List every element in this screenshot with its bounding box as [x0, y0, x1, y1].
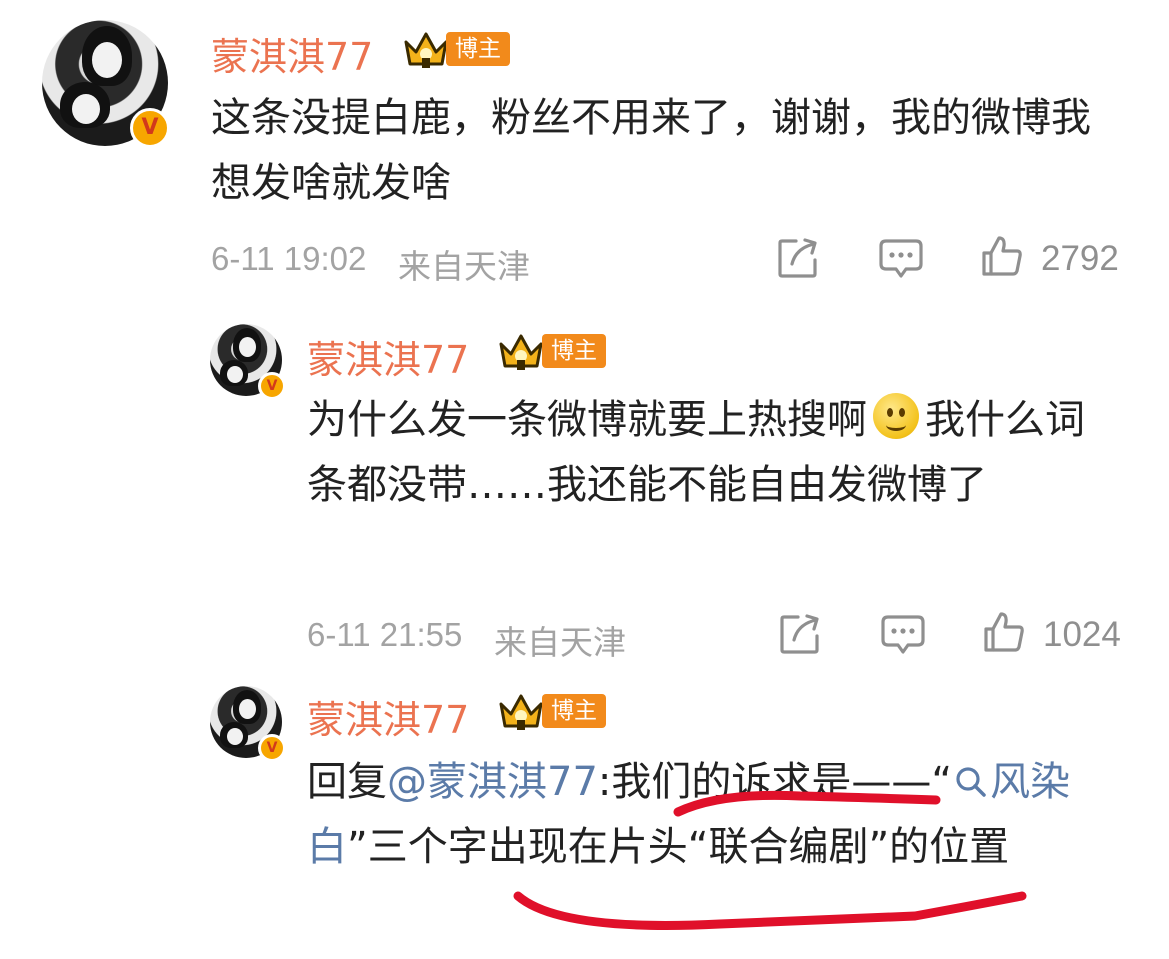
verified-badge-icon: V [130, 108, 170, 148]
timestamp: 6-11 19:02 [211, 240, 367, 277]
crown-icon [499, 334, 543, 370]
location: 来自天津 [398, 248, 530, 285]
comment-text-part: 为什么发一条微博就要上热搜啊 [307, 397, 867, 443]
comment-text: 为什么发一条微博就要上热搜啊 我什么词条都没带……我还能不能自由发微博了 [307, 388, 1107, 518]
location: 来自天津 [494, 624, 626, 661]
verified-badge-icon: V [258, 372, 286, 400]
share-icon[interactable] [776, 236, 820, 280]
share-icon[interactable] [778, 612, 822, 656]
comment-3: V 蒙淇淇77 博主 回复@蒙淇淇77:我们的诉求是——“ 风染白”三个字出现在片… [0, 670, 1169, 959]
smile-emoji [873, 393, 919, 439]
thumbs-up-icon[interactable] [980, 234, 1024, 278]
blogger-badge: 博主 [446, 32, 510, 66]
annotation-underline [513, 790, 1027, 930]
username[interactable]: 蒙淇淇77 [307, 329, 469, 384]
blogger-badge: 博主 [542, 334, 606, 368]
like-count: 2792 [1041, 239, 1119, 278]
comment-icon[interactable] [878, 238, 924, 280]
comment-1: V 蒙淇淇77 博主 这条没提白鹿，粉丝不用来了，谢谢，我的微博我想发啥就发啥 … [0, 0, 1169, 300]
comment-text: 这条没提白鹿，粉丝不用来了，谢谢，我的微博我想发啥就发啥 [211, 95, 1091, 206]
username[interactable]: 蒙淇淇77 [211, 26, 373, 81]
like-count: 1024 [1043, 615, 1121, 654]
thumbs-up-icon[interactable] [982, 610, 1026, 654]
comment-2: V 蒙淇淇77 博主 为什么发一条微博就要上热搜啊 我什么词条都没带……我还能不能… [0, 300, 1169, 670]
timestamp: 6-11 21:55 [307, 616, 463, 653]
comment-icon[interactable] [880, 614, 926, 656]
crown-icon [404, 32, 448, 68]
